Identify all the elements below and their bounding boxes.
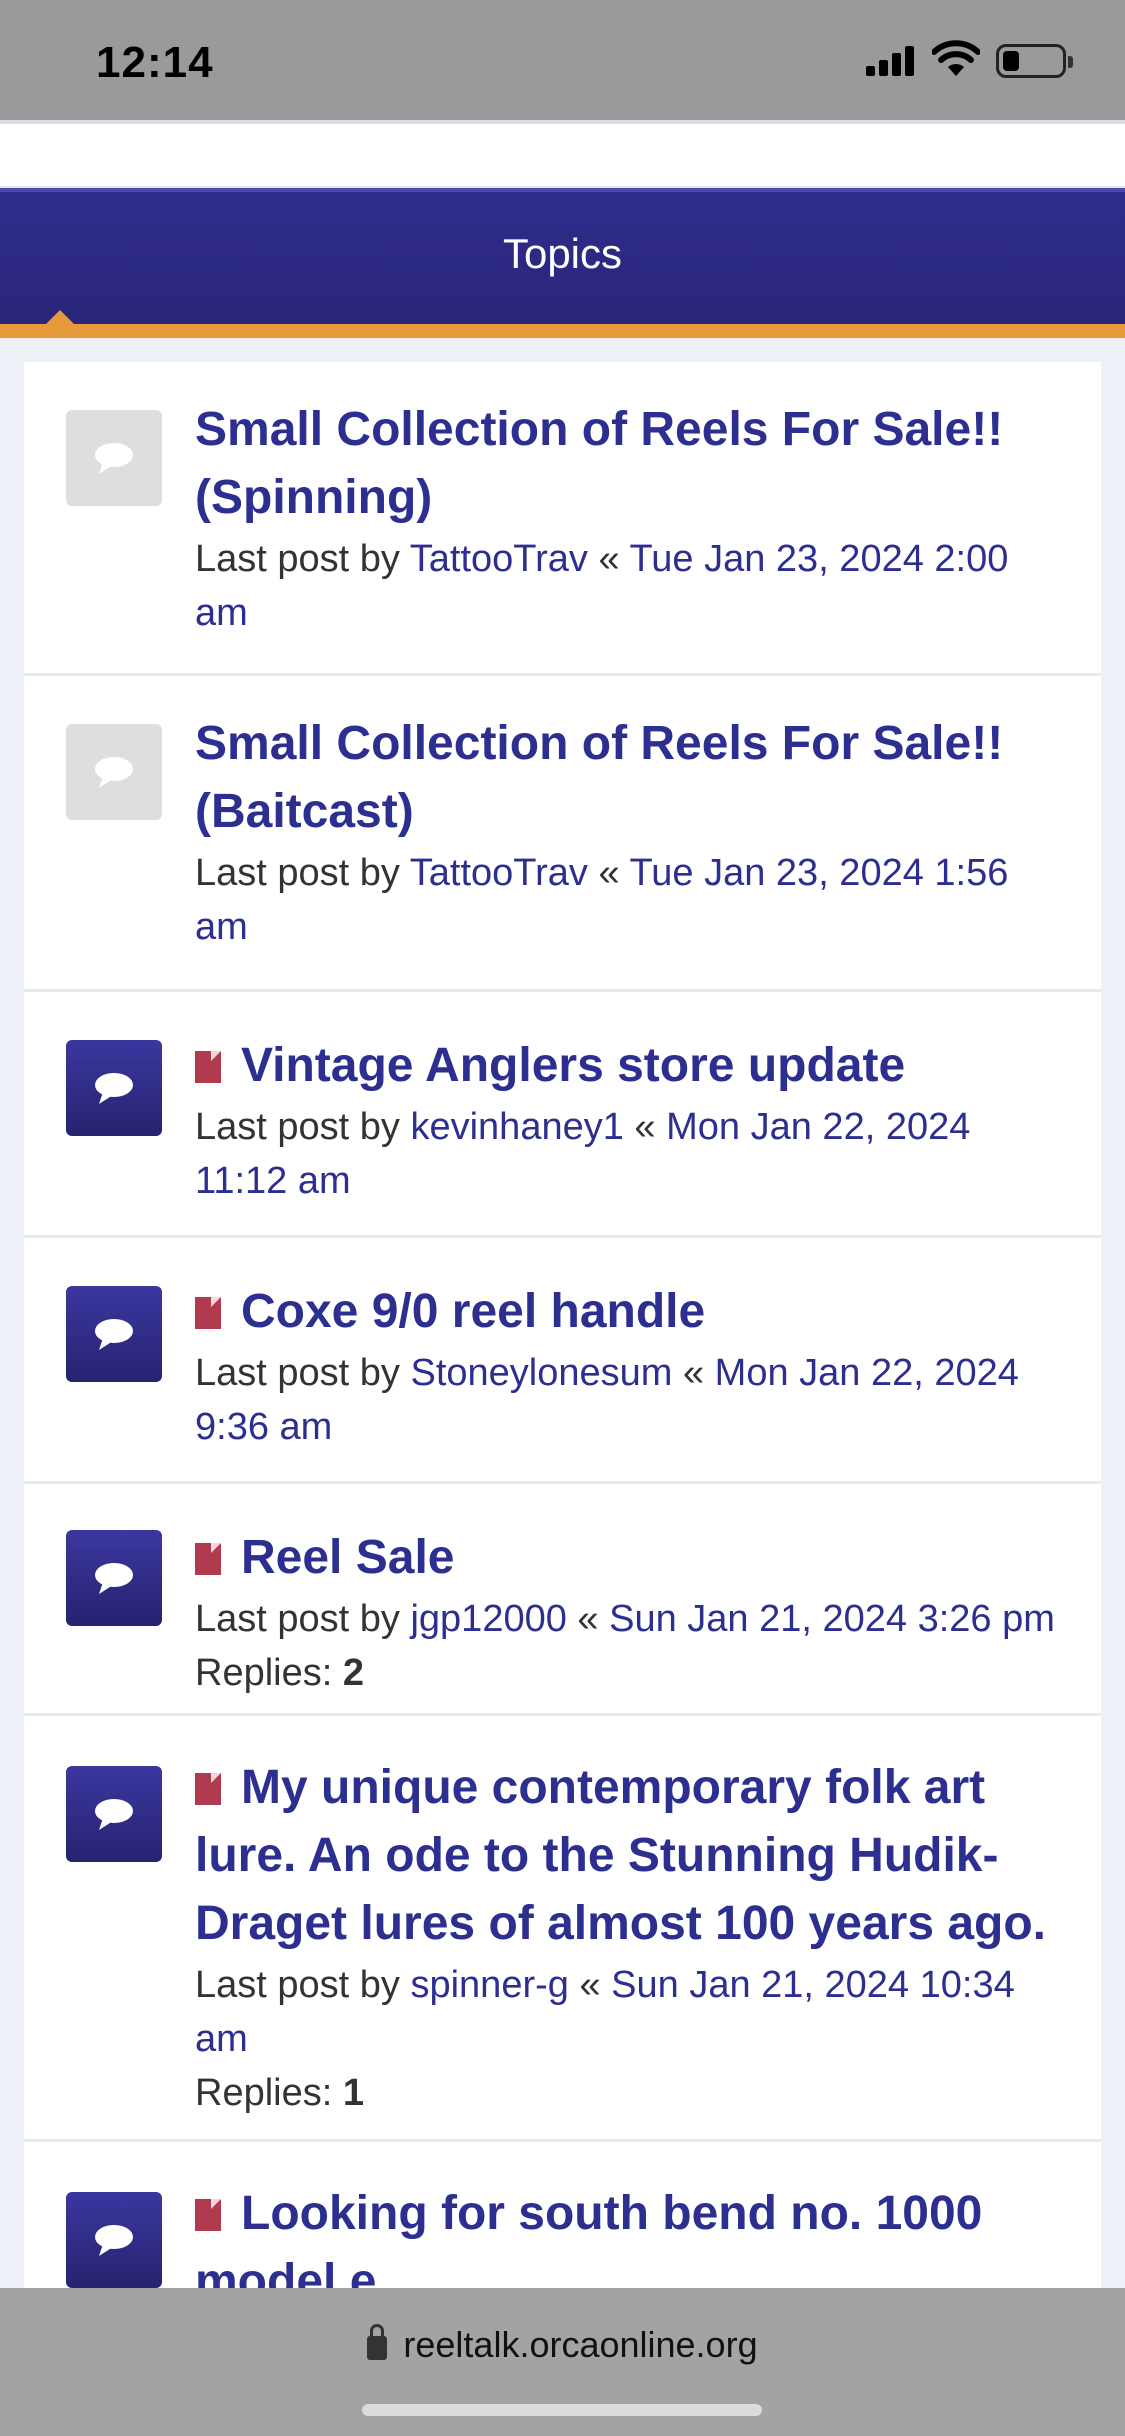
address-url[interactable]: reeltalk.orcaonline.org bbox=[403, 2324, 757, 2365]
last-post-prefix: Last post by bbox=[195, 1964, 400, 2006]
topic-title-link[interactable]: Looking for south bend no. 1000 model e bbox=[195, 2187, 982, 2288]
last-post-author-link[interactable]: TattooTrav bbox=[410, 538, 588, 580]
replies-label: Replies: bbox=[195, 1652, 333, 1694]
last-post-date-link[interactable]: Sun Jan 21, 2024 3:26 pm bbox=[609, 1598, 1055, 1640]
topic-unread-icon bbox=[66, 1530, 162, 1626]
lock-icon bbox=[367, 2324, 388, 2360]
last-post-author-link[interactable]: spinner-g bbox=[410, 1964, 568, 2006]
home-indicator[interactable] bbox=[362, 2404, 762, 2416]
topic-replies: Replies: 2 bbox=[195, 1646, 1065, 1700]
topic-row[interactable]: Looking for south bend no. 1000 model e bbox=[24, 2142, 1101, 2288]
separator: « bbox=[598, 852, 620, 894]
last-post-author-link[interactable]: jgp12000 bbox=[410, 1598, 566, 1640]
topic-unread-icon bbox=[66, 1040, 162, 1136]
last-post-prefix: Last post by bbox=[195, 1352, 400, 1394]
status-time: 12:14 bbox=[96, 38, 214, 87]
replies-label: Replies: bbox=[195, 2072, 333, 2114]
new-post-icon[interactable] bbox=[195, 1051, 221, 1083]
topic-read-icon bbox=[66, 410, 162, 506]
wifi-icon bbox=[932, 40, 980, 76]
topic-unread-icon bbox=[66, 1286, 162, 1382]
last-post-author-link[interactable]: kevinhaney1 bbox=[410, 1106, 623, 1148]
page-top-strip bbox=[0, 120, 1125, 190]
separator: « bbox=[579, 1964, 601, 2006]
topics-header: Topics bbox=[0, 188, 1125, 324]
last-post-prefix: Last post by bbox=[195, 1106, 400, 1148]
topic-row[interactable]: Small Collection of Reels For Sale!! (Ba… bbox=[24, 676, 1101, 992]
topic-last-post: Last post by spinner-g « Sun Jan 21, 202… bbox=[195, 1958, 1065, 2066]
topic-unread-icon bbox=[66, 1766, 162, 1862]
topic-row[interactable]: Reel Sale Last post by jgp12000 « Sun Ja… bbox=[24, 1484, 1101, 1716]
replies-count: 2 bbox=[342, 1652, 364, 1694]
topic-title-link[interactable]: My unique contemporary folk art lure. An… bbox=[195, 1761, 1046, 1950]
topic-read-icon bbox=[66, 724, 162, 820]
topics-title: Topics bbox=[502, 230, 623, 277]
topic-last-post: Last post by TattooTrav « Tue Jan 23, 20… bbox=[195, 846, 1065, 954]
header-caret-icon bbox=[46, 310, 74, 324]
new-post-icon[interactable] bbox=[195, 2199, 221, 2231]
new-post-icon[interactable] bbox=[195, 1297, 221, 1329]
topic-last-post: Last post by TattooTrav « Tue Jan 23, 20… bbox=[195, 532, 1065, 640]
last-post-prefix: Last post by bbox=[195, 852, 400, 894]
topic-title-link[interactable]: Small Collection of Reels For Sale!! (Ba… bbox=[195, 710, 1065, 846]
separator: « bbox=[682, 1352, 705, 1394]
new-post-icon[interactable] bbox=[195, 1773, 221, 1805]
topic-unread-icon bbox=[66, 2192, 162, 2288]
separator: « bbox=[598, 538, 620, 580]
topic-title-link[interactable]: Reel Sale bbox=[241, 1531, 454, 1584]
cellular-signal-icon bbox=[866, 46, 918, 76]
browser-address-bar[interactable]: reeltalk.orcaonline.org bbox=[0, 2288, 1125, 2436]
topic-replies: Replies: 1 bbox=[195, 2066, 1065, 2120]
last-post-author-link[interactable]: TattooTrav bbox=[410, 852, 588, 894]
topic-last-post: Last post by kevinhaney1 « Mon Jan 22, 2… bbox=[195, 1100, 1065, 1208]
topics-header-accent-bar bbox=[0, 324, 1125, 338]
topic-title-link[interactable]: Small Collection of Reels For Sale!! (Sp… bbox=[195, 396, 1065, 532]
last-post-prefix: Last post by bbox=[195, 538, 400, 580]
topic-row[interactable]: Vintage Anglers store update Last post b… bbox=[24, 992, 1101, 1238]
separator: « bbox=[634, 1106, 656, 1148]
topic-title-link[interactable]: Vintage Anglers store update bbox=[241, 1039, 905, 1092]
replies-count: 1 bbox=[342, 2072, 364, 2114]
new-post-icon[interactable] bbox=[195, 1543, 221, 1575]
topic-row[interactable]: Coxe 9/0 reel handle Last post by Stoney… bbox=[24, 1238, 1101, 1484]
battery-icon bbox=[996, 44, 1073, 78]
topic-title-link[interactable]: Coxe 9/0 reel handle bbox=[241, 1285, 705, 1338]
topic-last-post: Last post by jgp12000 « Sun Jan 21, 2024… bbox=[195, 1592, 1065, 1646]
topic-row[interactable]: Small Collection of Reels For Sale!! (Sp… bbox=[24, 362, 1101, 676]
status-bar: 12:14 bbox=[0, 0, 1125, 120]
topic-row[interactable]: My unique contemporary folk art lure. An… bbox=[24, 1716, 1101, 2142]
topic-last-post: Last post by Stoneylonesum « Mon Jan 22,… bbox=[195, 1346, 1065, 1454]
last-post-author-link[interactable]: Stoneylonesum bbox=[410, 1352, 672, 1394]
separator: « bbox=[577, 1598, 599, 1640]
topic-list: Small Collection of Reels For Sale!! (Sp… bbox=[24, 362, 1101, 2288]
last-post-prefix: Last post by bbox=[195, 1598, 400, 1640]
